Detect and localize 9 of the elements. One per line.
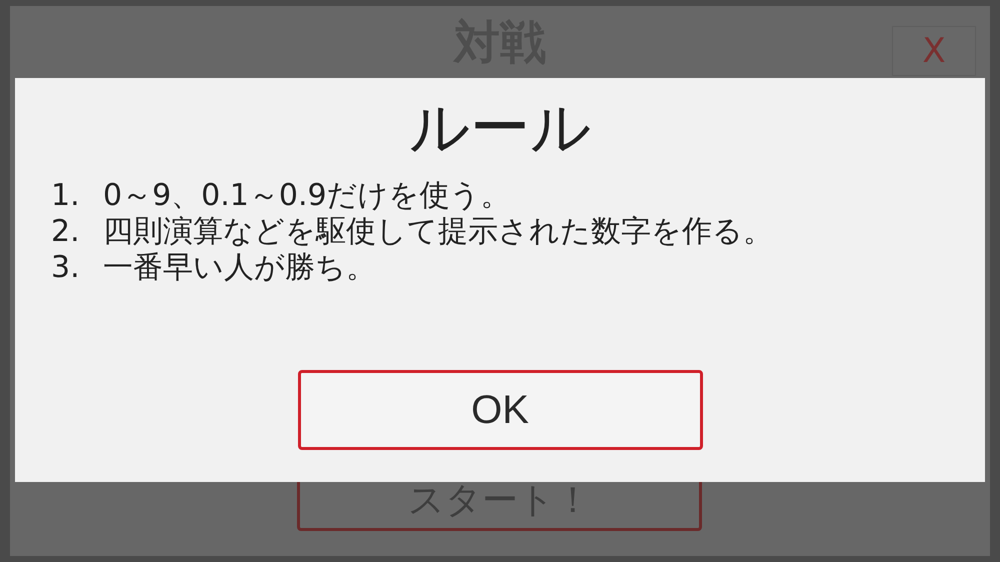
- dialog-title: ルール: [409, 92, 591, 165]
- close-button[interactable]: X: [892, 26, 976, 76]
- rule-number: 2.: [51, 214, 81, 250]
- rule-text: 0～9、0.1～0.9だけを使う。: [103, 178, 511, 214]
- rule-number: 3.: [51, 250, 81, 286]
- rule-number: 1.: [51, 178, 81, 214]
- ok-button[interactable]: OK: [298, 370, 702, 450]
- rule-text: 四則演算などを駆使して提示された数字を作る。: [103, 214, 773, 250]
- rule-text: 一番早い人が勝ち。: [103, 250, 376, 286]
